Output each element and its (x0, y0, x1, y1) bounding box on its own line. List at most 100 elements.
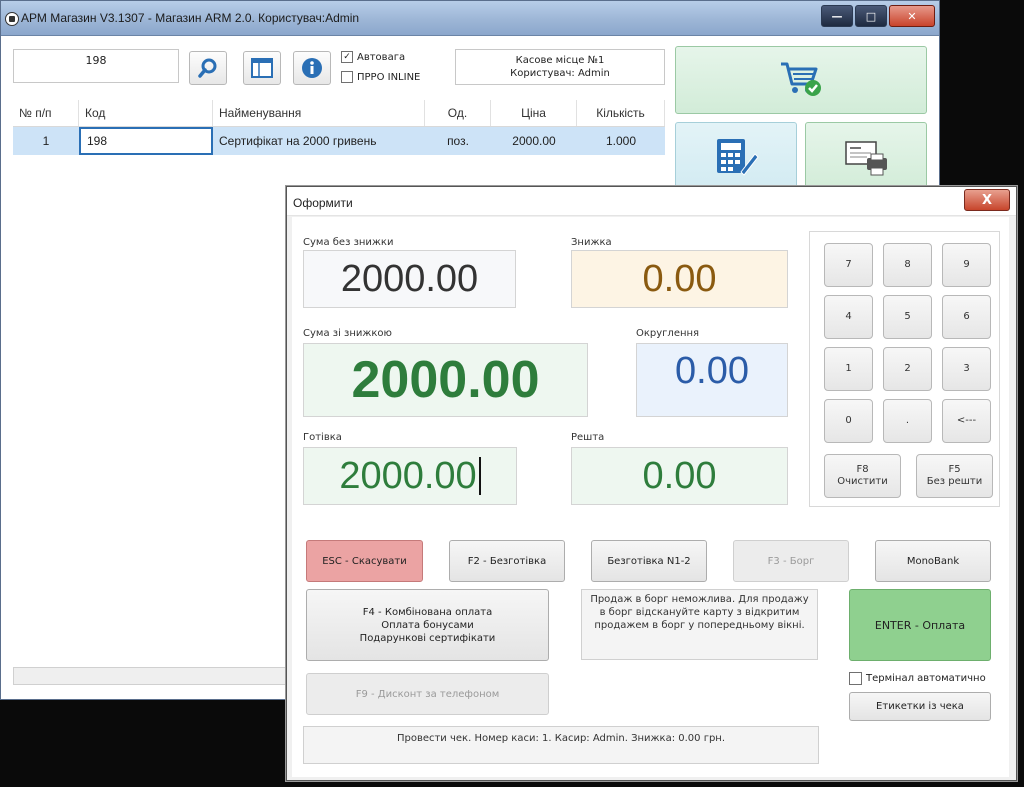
autoweight-label: Автовага (357, 51, 406, 63)
clear-button[interactable]: F8 Очистити (824, 454, 901, 498)
text-caret (478, 457, 481, 495)
user-label: Користувач: Admin (510, 68, 610, 79)
key-7[interactable]: 7 (824, 243, 873, 287)
col-header-unit[interactable]: Од. (425, 100, 491, 126)
sum-no-discount-label: Сума без знижки (303, 237, 394, 248)
cell-num: 1 (42, 134, 50, 148)
sum-with-discount-label: Сума зі знижкою (303, 328, 392, 339)
cell-unit: поз. (447, 134, 469, 148)
debt-button[interactable]: F3 - Борг (733, 540, 849, 582)
cash-label: Готівка (303, 432, 342, 443)
app-icon (5, 12, 19, 26)
monobank-button[interactable]: MonoBank (875, 540, 991, 582)
items-grid: № п/п Код Найменування Од. Ціна Кількіст… (13, 100, 665, 155)
col-header-num[interactable]: № п/п (13, 100, 79, 126)
terminal-auto-label: Термінал автоматично (866, 673, 986, 684)
no-change-key-hint: F5 (948, 464, 961, 475)
cash-input-value: 2000.00 (339, 454, 477, 497)
no-change-button[interactable]: F5 Без решти (916, 454, 993, 498)
rounding-label: Округлення (636, 328, 700, 339)
table-icon (251, 58, 273, 78)
autoweight-checkbox[interactable]: ✓ Автовага (341, 51, 405, 63)
key-1[interactable]: 1 (824, 347, 873, 391)
autoweight-check-icon[interactable]: ✓ (341, 51, 353, 63)
checkout-dialog: Оформити X Сума без знижки 2000.00 Знижк… (286, 186, 1017, 781)
key-0[interactable]: 0 (824, 399, 873, 443)
key-backspace[interactable]: <--- (942, 399, 991, 443)
status-bar: Провести чек. Номер каси: 1. Касир: Admi… (303, 726, 819, 764)
key-2[interactable]: 2 (883, 347, 932, 391)
clear-key-label: Очистити (837, 476, 888, 487)
change-value: 0.00 (571, 447, 788, 505)
prro-check-box[interactable] (341, 71, 353, 83)
numeric-keypad: 7 8 9 4 5 6 1 2 3 0 . <--- F8 Очистити F… (809, 231, 1000, 507)
key-8[interactable]: 8 (883, 243, 932, 287)
gift-certificates-label: Подарункові сертифікати (359, 632, 496, 644)
cell-code[interactable]: 198 (79, 127, 213, 155)
sum-no-discount-value: 2000.00 (303, 250, 516, 308)
receipt-print-button[interactable] (805, 122, 927, 192)
phone-discount-button[interactable]: F9 - Дисконт за телефоном (306, 673, 549, 715)
maximize-button[interactable]: □ (855, 5, 887, 27)
debt-note: Продаж в борг неможлива. Для продажу в б… (581, 589, 818, 660)
window-controls: — □ ✕ (821, 5, 935, 27)
code-input[interactable]: 198 (13, 49, 179, 83)
change-label: Решта (571, 432, 605, 443)
calculator-edit-icon (717, 139, 759, 176)
receipt-printer-icon (845, 141, 887, 176)
minimize-button[interactable]: — (821, 5, 853, 27)
cell-name: Сертифікат на 2000 гривень (219, 134, 377, 148)
enter-payment-button[interactable]: ENTER - Оплата (849, 589, 991, 661)
key-9[interactable]: 9 (942, 243, 991, 287)
dialog-title-bar: Оформити X (287, 187, 1016, 216)
cancel-button[interactable]: ESC - Скасувати (306, 540, 423, 582)
cart-check-icon (781, 62, 821, 96)
info-button[interactable] (293, 51, 331, 85)
prro-checkbox[interactable]: ПРРО INLINE (341, 71, 420, 83)
discount-value: 0.00 (571, 250, 788, 308)
rounding-value: 0.00 (636, 343, 788, 417)
col-header-name[interactable]: Найменування (213, 100, 425, 126)
key-dot[interactable]: . (883, 399, 932, 443)
cell-price: 2000.00 (512, 134, 556, 148)
dialog-body: Сума без знижки 2000.00 Знижка 0.00 Сума… (292, 217, 1009, 777)
table-row[interactable]: 1 198 Сертифікат на 2000 гривень поз. 20… (13, 127, 665, 155)
cash-input[interactable]: 2000.00 (303, 447, 517, 505)
info-icon (302, 58, 322, 78)
search-icon (198, 58, 217, 78)
noncash-button[interactable]: F2 - Безготівка (449, 540, 565, 582)
terminal-auto-checkbox[interactable]: Термінал автоматично (849, 672, 986, 685)
window-title: АРМ Магазин V3.1307 - Магазин ARM 2.0. К… (21, 11, 360, 25)
title-bar: АРМ Магазин V3.1307 - Магазин ARM 2.0. К… (1, 1, 939, 36)
discount-label: Знижка (571, 237, 612, 248)
horizontal-scrollbar[interactable] (13, 667, 295, 685)
receipt-labels-button[interactable]: Етикетки із чека (849, 692, 991, 721)
clear-key-hint: F8 (856, 464, 869, 475)
sum-with-discount-value: 2000.00 (303, 343, 588, 417)
table-view-button[interactable] (243, 51, 281, 85)
prro-label: ПРРО INLINE (357, 71, 421, 83)
cell-qty: 1.000 (605, 134, 637, 148)
col-header-qty[interactable]: Кількість (577, 100, 665, 126)
key-4[interactable]: 4 (824, 295, 873, 339)
col-header-code[interactable]: Код (79, 100, 213, 126)
noncash-n12-button[interactable]: Безготівка N1-2 (591, 540, 707, 582)
cash-place-label: Касове місце №1 (515, 55, 605, 66)
bonus-payment-label: Оплата бонусами (381, 619, 474, 631)
key-3[interactable]: 3 (942, 347, 991, 391)
col-header-price[interactable]: Ціна (491, 100, 577, 126)
terminal-auto-check-box[interactable] (849, 672, 862, 685)
grid-header: № п/п Код Найменування Од. Ціна Кількіст… (13, 100, 665, 127)
dialog-close-button[interactable]: X (964, 189, 1010, 211)
dialog-title: Оформити (293, 196, 353, 210)
checkout-cart-button[interactable] (675, 46, 927, 114)
key-5[interactable]: 5 (883, 295, 932, 339)
combined-payment-button[interactable]: F4 - Комбінована оплата Оплата бонусами … (306, 589, 549, 661)
no-change-key-label: Без решти (926, 476, 983, 487)
close-button[interactable]: ✕ (889, 5, 935, 27)
search-button[interactable] (189, 51, 227, 85)
combined-payment-label: F4 - Комбінована оплата (362, 606, 493, 618)
calculator-button[interactable] (675, 122, 797, 192)
key-6[interactable]: 6 (942, 295, 991, 339)
cash-place-panel: Касове місце №1 Користувач: Admin (455, 49, 665, 85)
